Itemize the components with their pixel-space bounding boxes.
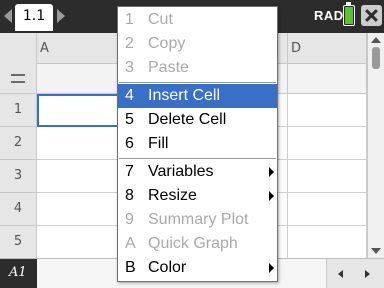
cell[interactable] (37, 226, 118, 259)
menu-item-summary-plot[interactable]: 9 Summary Plot (118, 208, 277, 232)
submenu-arrow-icon (269, 191, 274, 201)
scroll-up-icon[interactable] (371, 37, 381, 43)
menu-item-variables[interactable]: 7 Variables (118, 160, 277, 184)
menu-item-paste[interactable]: 3 Paste (118, 56, 277, 80)
column-header-d[interactable]: D (288, 33, 367, 64)
angle-mode-indicator: RAD (314, 8, 344, 23)
page-tab[interactable]: 1.1 (15, 4, 53, 31)
context-menu: 1 Cut 2 Copy 3 Paste 4 Insert Cell 5 Del… (117, 6, 278, 282)
row-header[interactable]: 5 (0, 226, 37, 259)
cell[interactable] (288, 226, 367, 259)
submenu-arrow-icon (269, 167, 274, 177)
submenu-arrow-icon (269, 263, 274, 273)
menu-divider (119, 82, 276, 83)
column-header-a[interactable]: A (37, 33, 118, 64)
row-header[interactable]: 4 (0, 193, 37, 226)
row-header[interactable]: 2 (0, 127, 37, 160)
formula-cell-d[interactable] (288, 64, 367, 94)
cell-reference: A1 (0, 259, 37, 288)
menu-item-copy[interactable]: 2 Copy (118, 32, 277, 56)
menu-item-insert-cell[interactable]: 4 Insert Cell (118, 84, 277, 108)
cell[interactable] (37, 193, 118, 226)
cell[interactable] (37, 127, 118, 160)
cell[interactable] (37, 160, 118, 193)
cell[interactable] (288, 94, 367, 127)
scrollbar-thumb[interactable] (372, 47, 380, 69)
battery-icon (343, 2, 355, 26)
formula-cell-a[interactable] (37, 64, 118, 94)
chevron-right-icon[interactable] (57, 9, 65, 23)
equals-icon (11, 74, 25, 83)
cell[interactable] (288, 127, 367, 160)
scroll-down-icon[interactable] (371, 248, 381, 254)
close-icon[interactable] (361, 5, 382, 26)
row-header[interactable]: 3 (0, 160, 37, 193)
menu-item-quick-graph[interactable]: A Quick Graph (118, 232, 277, 256)
menu-item-fill[interactable]: 6 Fill (118, 132, 277, 156)
cell[interactable] (288, 193, 367, 226)
menu-item-resize[interactable]: 8 Resize (118, 184, 277, 208)
menu-divider (119, 158, 276, 159)
vertical-scrollbar[interactable] (367, 33, 384, 258)
menu-item-color[interactable]: B Color (118, 256, 277, 280)
row-header[interactable]: 1 (0, 94, 37, 127)
sheet-corner (0, 33, 37, 94)
menu-item-cut[interactable]: 1 Cut (118, 8, 277, 32)
scroll-left-icon[interactable] (338, 270, 343, 278)
chevron-left-icon[interactable] (4, 9, 12, 23)
cell-a1-selected[interactable] (37, 94, 119, 127)
menu-item-delete-cell[interactable]: 5 Delete Cell (118, 108, 277, 132)
scroll-right-icon[interactable] (365, 270, 370, 278)
cell[interactable] (288, 160, 367, 193)
